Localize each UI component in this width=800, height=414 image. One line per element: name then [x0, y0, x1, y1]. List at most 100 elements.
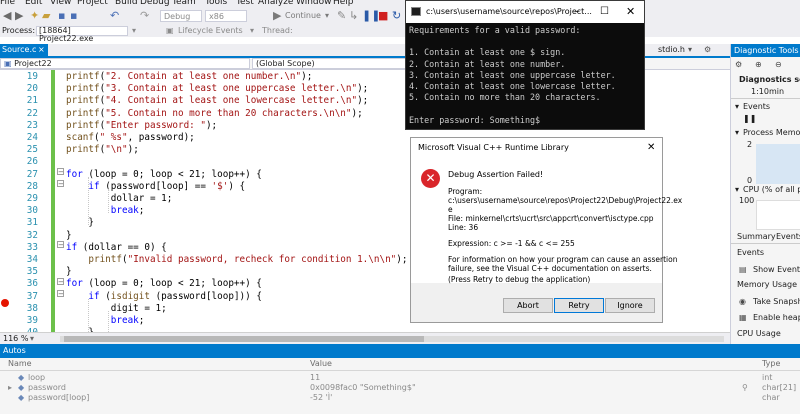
abort-button[interactable]: Abort	[503, 298, 553, 313]
step-icon[interactable]: ↳	[349, 9, 358, 23]
tab-list-dropdown-icon[interactable]: ▾	[688, 44, 692, 56]
code-text[interactable]: digit = 1;	[66, 303, 167, 315]
fold-toggle-icon[interactable]: −	[57, 241, 64, 249]
tab-stdio-h[interactable]: stdio.h	[658, 44, 685, 56]
variable-value[interactable]: 11	[310, 373, 320, 383]
menu-item-tools[interactable]: Tools	[205, 0, 227, 7]
autos-row[interactable]: ▸ ◆ password 0x0098fac0 "Something$" char[21…	[0, 383, 800, 393]
scrollbar-thumb[interactable]	[64, 336, 424, 342]
menu-item-project[interactable]: Project	[77, 0, 108, 7]
autos-row[interactable]: ◆ loop 11 int	[0, 373, 800, 383]
line-number: 36	[26, 278, 38, 290]
menu-item-build[interactable]: Build	[115, 0, 138, 7]
code-text[interactable]: scanf(" %s", password);	[66, 132, 195, 144]
code-text[interactable]: dollar = 1;	[66, 193, 173, 205]
code-text[interactable]: printf("2. Contain at least one number.\…	[66, 71, 312, 83]
collapse-icon[interactable]: ▾	[735, 102, 739, 111]
variable-value[interactable]: 0x0098fac0 "Something$"	[310, 383, 416, 393]
line-number: 32	[26, 229, 38, 241]
column-type[interactable]: Type	[762, 358, 780, 370]
expand-icon[interactable]: ▸	[8, 383, 12, 393]
retry-button[interactable]: Retry	[554, 298, 604, 313]
fold-toggle-icon[interactable]: −	[57, 290, 64, 298]
tab-source-c[interactable]: Source.c ×	[0, 44, 48, 56]
code-text[interactable]: if (isdigit (password[loop])) {	[66, 291, 262, 303]
process-select[interactable]: [18864] Project22.exe	[36, 26, 128, 43]
menu-item-team[interactable]: Team	[172, 0, 196, 7]
close-icon[interactable]: ×	[38, 44, 45, 56]
variable-value[interactable]: -52 'Ì'	[310, 393, 332, 403]
gear-icon[interactable]: ⚙	[704, 44, 711, 56]
maximize-icon[interactable]: ☐	[600, 1, 609, 23]
code-text[interactable]: printf("Invalid password, recheck for co…	[66, 254, 407, 266]
fold-toggle-icon[interactable]: −	[57, 278, 64, 286]
undo-icon[interactable]: ↶	[110, 9, 119, 23]
fold-toggle-icon[interactable]: −	[57, 180, 64, 188]
code-text[interactable]: }	[66, 230, 72, 242]
code-text[interactable]: printf("4. Contain at least one lowercas…	[66, 95, 368, 107]
horizontal-scrollbar[interactable]	[60, 336, 724, 342]
ignore-button[interactable]: Ignore	[605, 298, 655, 313]
menu-item-help[interactable]: Help	[333, 0, 354, 7]
attach-icon[interactable]: ✎	[337, 9, 346, 23]
autos-title: Autos	[0, 344, 800, 358]
code-text[interactable]: break;	[66, 205, 145, 217]
open-folder-icon[interactable]: ▰	[42, 9, 50, 23]
fold-toggle-icon[interactable]: −	[57, 168, 64, 176]
close-icon[interactable]: ✕	[626, 1, 635, 23]
menu-item-file[interactable]: File	[0, 0, 15, 7]
assertion-dialog[interactable]: Microsoft Visual C++ Runtime Library ✕ ✕…	[410, 137, 682, 323]
redo-icon[interactable]: ↷	[140, 9, 149, 23]
minimize-icon[interactable]: –	[575, 1, 580, 23]
tab-summary[interactable]: Summary	[737, 232, 776, 241]
save-all-icon[interactable]: ▪	[70, 9, 77, 23]
tab-events[interactable]: Events	[776, 232, 800, 241]
back-icon[interactable]: ◀	[3, 9, 11, 23]
thread-label: Thread:	[262, 26, 293, 35]
restart-icon[interactable]: ↻	[392, 9, 401, 23]
code-text[interactable]: break;	[66, 315, 145, 327]
menu-item-debug[interactable]: Debug	[140, 0, 170, 7]
menu-item-window[interactable]: Window	[296, 0, 332, 7]
collapse-icon[interactable]: ▾	[735, 185, 739, 194]
code-text[interactable]: printf("Enter password: ");	[66, 120, 217, 132]
close-icon[interactable]: ✕	[647, 138, 655, 158]
menu-item-test[interactable]: Test	[236, 0, 254, 7]
new-project-icon[interactable]: ✦	[30, 9, 39, 23]
menu-item-analyze[interactable]: Analyze	[258, 0, 293, 7]
continue-button[interactable]: Continue	[285, 9, 321, 23]
collapse-icon[interactable]: ▾	[735, 128, 739, 137]
code-text[interactable]: }	[66, 217, 94, 229]
code-text[interactable]: for (loop = 0; loop < 21; loop++) {	[66, 169, 262, 181]
code-text[interactable]: }	[66, 266, 72, 278]
column-name[interactable]: Name	[8, 358, 32, 370]
settings-icon[interactable]: ⚙	[735, 60, 742, 69]
forward-icon[interactable]: ▶	[15, 9, 23, 23]
code-text[interactable]: printf("5. Contain no more than 20 chara…	[66, 108, 363, 120]
project-scope-select[interactable]: ▣ Project22	[0, 58, 250, 69]
zoom-in-icon[interactable]: ⊕	[755, 60, 762, 69]
code-text[interactable]: printf("3. Contain at least one uppercas…	[66, 83, 368, 95]
stop-icon[interactable]: ■	[378, 9, 388, 23]
console-window[interactable]: c:\users\username\source\repos\Project..…	[405, 0, 645, 130]
zoom-out-icon[interactable]: ⊖	[775, 60, 782, 69]
menu-item-view[interactable]: View	[50, 0, 71, 7]
visualizer-icon[interactable]: ⚲	[742, 383, 748, 393]
enable-heap-link[interactable]: Enable heap p	[753, 313, 800, 322]
code-text[interactable]: if (password[loop] == '$') {	[66, 181, 245, 193]
code-text[interactable]: printf("\n");	[66, 144, 139, 156]
code-text[interactable]: if (dollar == 0) {	[66, 242, 167, 254]
autos-row[interactable]: ◆ password[loop] -52 'Ì' char	[0, 393, 800, 403]
show-events-link[interactable]: Show Events (	[753, 265, 800, 274]
code-text[interactable]: for (loop = 0; loop < 21; loop++) {	[66, 278, 262, 290]
column-value[interactable]: Value	[310, 358, 332, 370]
take-snapshot-link[interactable]: Take Snapsho	[753, 297, 800, 306]
config-select[interactable]: Debug	[160, 10, 202, 22]
lifecycle-events-button[interactable]: Lifecycle Events	[178, 25, 243, 37]
save-icon[interactable]: ▪	[58, 9, 65, 23]
menu-item-edit[interactable]: Edit	[25, 0, 42, 7]
continue-dropdown-icon[interactable]: ▾	[325, 9, 329, 23]
continue-icon[interactable]: ▶	[273, 9, 281, 23]
lifecycle-dropdown-icon[interactable]: ▾	[250, 25, 254, 37]
platform-select[interactable]: x86	[205, 10, 247, 22]
